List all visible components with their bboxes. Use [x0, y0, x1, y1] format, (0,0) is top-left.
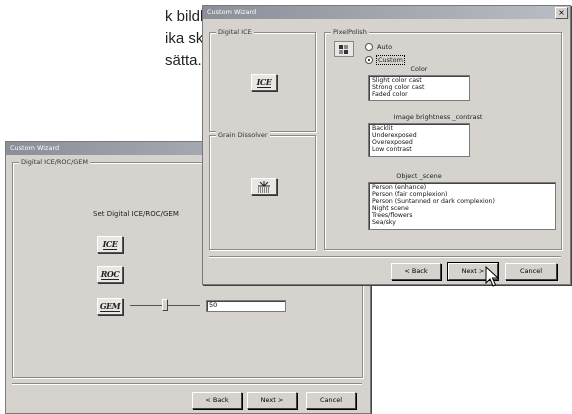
background-text-line-3: sätta.: [165, 52, 202, 69]
back-window-back-button[interactable]: < Back: [192, 392, 242, 409]
brightness-contrast-label: Image brightness _contrast: [393, 113, 483, 121]
set-digital-ice-heading: Set Digital ICE/ROC/GEM: [93, 210, 179, 218]
list-item[interactable]: Faded color: [372, 91, 466, 98]
digital-ice-toggle-button[interactable]: ICE: [251, 74, 277, 91]
list-item[interactable]: Person (enhance): [372, 184, 552, 191]
digital-ice-group: Digital ICE ICE: [209, 28, 316, 132]
grain-dissolver-group: Grain Dissolver: [209, 131, 316, 250]
digital-ice-group-title: Digital ICE: [216, 28, 254, 36]
ice-toggle-button[interactable]: ICE: [97, 236, 123, 253]
gem-toggle-button[interactable]: GEM: [97, 298, 123, 315]
roc-toggle-button[interactable]: ROC: [97, 266, 123, 283]
gem-slider-thumb[interactable]: [162, 299, 168, 311]
list-item[interactable]: Overexposed: [372, 139, 466, 146]
digital-ice-roc-gem-group-title: Digital ICE/ROC/GEM: [19, 158, 91, 166]
brightness-contrast-listbox[interactable]: Backlit Underexposed Overexposed Low con…: [368, 123, 470, 157]
list-item[interactable]: Person (fair complexion): [372, 191, 552, 198]
list-item[interactable]: Trees/flowers: [372, 212, 552, 219]
color-label: Color: [410, 65, 428, 73]
list-item[interactable]: Underexposed: [372, 132, 466, 139]
pixelpolish-group: PixelPolish Auto Custom Color Slight col…: [324, 28, 562, 250]
ice-icon: ICE: [256, 76, 272, 88]
roc-icon: ROC: [100, 268, 120, 280]
ice-icon: ICE: [102, 238, 118, 250]
front-window-cancel-button[interactable]: Cancel: [505, 263, 557, 280]
custom-radio-label[interactable]: Custom: [376, 55, 405, 65]
object-scene-label: Object _scene: [396, 172, 442, 180]
auto-radio[interactable]: [365, 43, 373, 51]
list-item[interactable]: Slight color cast: [372, 77, 466, 84]
mouse-cursor-icon: [485, 266, 499, 287]
gem-value-field[interactable]: 50: [206, 300, 286, 312]
back-window-title: Custom Wizard: [10, 144, 60, 152]
back-window-separator: [12, 383, 362, 385]
list-item[interactable]: Strong color cast: [372, 84, 466, 91]
grain-dissolver-group-title: Grain Dissolver: [216, 131, 270, 139]
object-scene-listbox[interactable]: Person (enhance) Person (fair complexion…: [368, 182, 556, 230]
color-listbox[interactable]: Slight color cast Strong color cast Fade…: [368, 75, 470, 101]
pixelpolish-group-title: PixelPolish: [331, 28, 369, 36]
list-item[interactable]: Low contrast: [372, 146, 466, 153]
close-icon[interactable]: ×: [555, 7, 568, 19]
front-window-title: Custom Wizard: [207, 8, 257, 16]
pixelpolish-icon: [334, 41, 354, 57]
custom-radio[interactable]: [365, 56, 373, 64]
back-window-cancel-button[interactable]: Cancel: [306, 392, 356, 409]
list-item[interactable]: Sea/sky: [372, 219, 552, 226]
list-item[interactable]: Night scene: [372, 205, 552, 212]
front-wizard-window: Custom Wizard × Digital ICE ICE Grain Di…: [202, 5, 571, 287]
auto-radio-label[interactable]: Auto: [377, 43, 392, 51]
grain-dissolver-icon: [258, 181, 270, 193]
grain-dissolver-toggle-button[interactable]: [251, 178, 277, 195]
front-window-titlebar[interactable]: Custom Wizard ×: [203, 6, 570, 19]
list-item[interactable]: Person (Suntanned or dark complexion): [372, 198, 552, 205]
back-window-next-button[interactable]: Next >: [247, 392, 297, 409]
front-window-back-button[interactable]: < Back: [391, 263, 441, 280]
gem-icon: GEM: [99, 300, 121, 312]
list-item[interactable]: Backlit: [372, 125, 466, 132]
front-window-separator: [209, 256, 561, 258]
